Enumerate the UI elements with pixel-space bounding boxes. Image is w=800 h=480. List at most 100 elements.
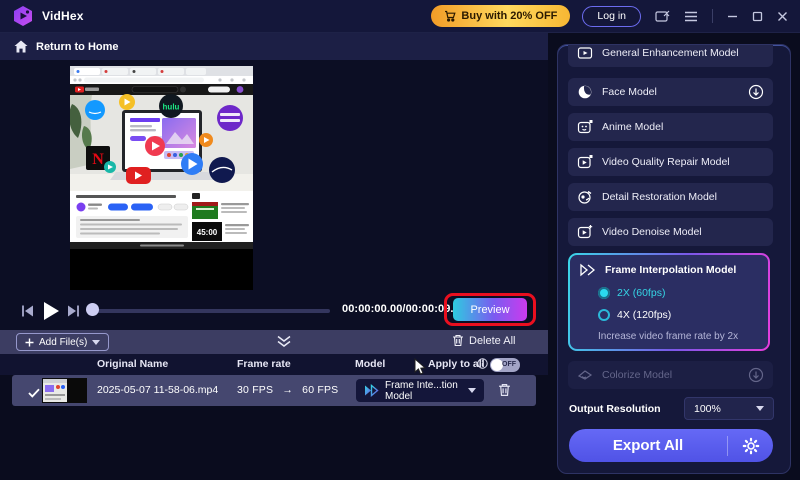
toggle-state-label: OFF — [502, 361, 516, 368]
collapse-panel-icon[interactable] — [274, 335, 294, 353]
export-all-label: Export All — [569, 437, 727, 454]
mouse-cursor — [413, 358, 427, 379]
preview-button-label: Preview — [470, 304, 509, 316]
model-item-anime[interactable]: Anime Model — [568, 113, 773, 141]
model-item-detail-restoration[interactable]: Detail Restoration Model — [568, 183, 773, 211]
output-resolution-label: Output Resolution — [569, 403, 661, 415]
radio-selected-icon — [598, 287, 610, 299]
anime-model-icon — [577, 119, 593, 135]
video-duration-badge: 45:00 — [197, 228, 218, 237]
video-quality-repair-icon — [577, 154, 593, 170]
row-selected-check-icon[interactable] — [28, 385, 40, 403]
seek-bar[interactable] — [93, 309, 330, 313]
add-files-label: Add File(s) — [39, 337, 87, 348]
previous-frame-button[interactable] — [20, 304, 35, 323]
buy-button-label: Buy with 20% OFF — [461, 10, 557, 22]
video-denoise-icon — [577, 224, 593, 240]
video-stage: hulu N — [0, 60, 548, 293]
hulu-logo: hulu — [163, 103, 180, 112]
model-item-label: Anime Model — [602, 121, 663, 133]
plus-icon — [25, 338, 34, 347]
column-original-name: Original Name — [97, 358, 168, 370]
add-files-button[interactable]: Add File(s) — [16, 333, 109, 351]
login-button[interactable]: Log in — [582, 6, 641, 27]
add-files-caret-icon — [92, 340, 100, 345]
detail-restoration-icon — [577, 189, 593, 205]
export-settings-gear-icon[interactable] — [728, 437, 773, 455]
delete-all-button[interactable]: Delete All — [452, 334, 515, 347]
model-item-general-enhancement[interactable]: General Enhancement Model — [568, 44, 773, 67]
column-frame-rate: Frame rate — [237, 358, 291, 370]
output-resolution-caret-icon — [756, 406, 764, 411]
model-item-label: Detail Restoration Model — [602, 191, 717, 203]
export-all-button[interactable]: Export All — [569, 429, 773, 462]
frame-rate-value: 30 FPS → 60 FPS — [237, 384, 338, 396]
file-name: 2025-05-07 11-58-06.mp4 — [97, 384, 218, 396]
next-frame-button[interactable] — [66, 304, 81, 323]
close-button[interactable] — [777, 11, 788, 22]
row-model-dropdown[interactable]: Frame Inte...tion Model — [356, 379, 484, 402]
preview-button[interactable]: Preview — [453, 298, 527, 321]
fps-to: 60 FPS — [302, 384, 338, 396]
output-resolution-dropdown[interactable]: 100% — [684, 397, 774, 420]
netflix-logo: N — [92, 151, 104, 168]
model-item-colorize[interactable]: Colorize Model — [568, 361, 773, 389]
face-model-icon — [577, 84, 593, 100]
seek-thumb[interactable] — [86, 303, 99, 316]
selected-model-label: Frame Interpolation Model — [605, 264, 736, 276]
row-model-caret-icon — [468, 388, 476, 393]
models-panel: General Enhancement Model Face Model — [557, 44, 791, 474]
row-delete-button[interactable] — [498, 383, 511, 402]
login-button-label: Log in — [597, 10, 626, 22]
option-4x-label: 4X (120fps) — [617, 309, 671, 321]
file-toolbar: Add File(s) Delete All — [0, 330, 548, 354]
column-model: Model — [355, 358, 385, 370]
file-table-header: Original Name Frame rate Model Apply to … — [0, 354, 548, 375]
menu-icon[interactable] — [684, 11, 698, 22]
download-icon[interactable] — [748, 84, 764, 100]
title-bar: VidHex Buy with 20% OFF Log in — [0, 0, 800, 33]
file-thumbnail — [42, 378, 87, 408]
model-item-label: Video Quality Repair Model — [602, 156, 730, 168]
play-button[interactable] — [42, 301, 60, 326]
model-item-video-denoise[interactable]: Video Denoise Model — [568, 218, 773, 246]
fps-arrow: → — [282, 384, 293, 396]
file-row[interactable]: 2025-05-07 11-58-06.mp4 30 FPS → 60 FPS … — [12, 375, 536, 406]
option-2x-label: 2X (60fps) — [617, 287, 665, 299]
app-logo-icon — [12, 5, 34, 27]
model-item-label: Face Model — [602, 86, 657, 98]
model-item-label: Colorize Model — [602, 369, 672, 381]
option-4x-120fps[interactable]: 4X (120fps) — [598, 309, 671, 321]
minimize-button[interactable] — [727, 11, 738, 22]
model-item-frame-interpolation[interactable]: Frame Interpolation Model 2X (60fps) 4X … — [568, 253, 770, 351]
apply-to-all-toggle[interactable]: OFF — [490, 358, 520, 372]
time-display: 00:00:00.00/00:00:09.18 — [342, 303, 466, 315]
return-home-link[interactable]: Return to Home — [0, 33, 548, 60]
fps-from: 30 FPS — [237, 384, 273, 396]
vidhex-window: VidHex Buy with 20% OFF Log in — [0, 0, 800, 480]
return-home-label: Return to Home — [36, 41, 119, 53]
trash-icon — [452, 334, 464, 347]
home-icon — [14, 40, 28, 53]
cart-icon — [444, 10, 456, 22]
buy-discount-button[interactable]: Buy with 20% OFF — [431, 5, 570, 27]
info-icon[interactable] — [477, 358, 488, 372]
option-2x-60fps[interactable]: 2X (60fps) — [598, 287, 665, 299]
model-item-video-quality-repair[interactable]: Video Quality Repair Model — [568, 148, 773, 176]
maximize-button[interactable] — [752, 11, 763, 22]
frame-interpolation-icon — [579, 263, 596, 277]
titlebar-divider — [712, 9, 713, 23]
general-enhancement-icon — [577, 45, 593, 61]
video-preview[interactable]: hulu N — [70, 66, 253, 290]
model-item-label: Video Denoise Model — [602, 226, 702, 238]
feedback-icon[interactable] — [655, 10, 670, 23]
output-resolution-value: 100% — [694, 403, 721, 415]
frame-interpolation-icon — [364, 384, 379, 397]
delete-all-label: Delete All — [469, 335, 515, 347]
download-icon-disabled[interactable] — [748, 367, 764, 383]
row-model-value: Frame Inte...tion Model — [385, 380, 462, 402]
model-item-face[interactable]: Face Model — [568, 78, 773, 106]
app-title: VidHex — [42, 9, 84, 23]
colorize-model-icon — [577, 367, 593, 383]
model-item-label: General Enhancement Model — [602, 47, 739, 59]
